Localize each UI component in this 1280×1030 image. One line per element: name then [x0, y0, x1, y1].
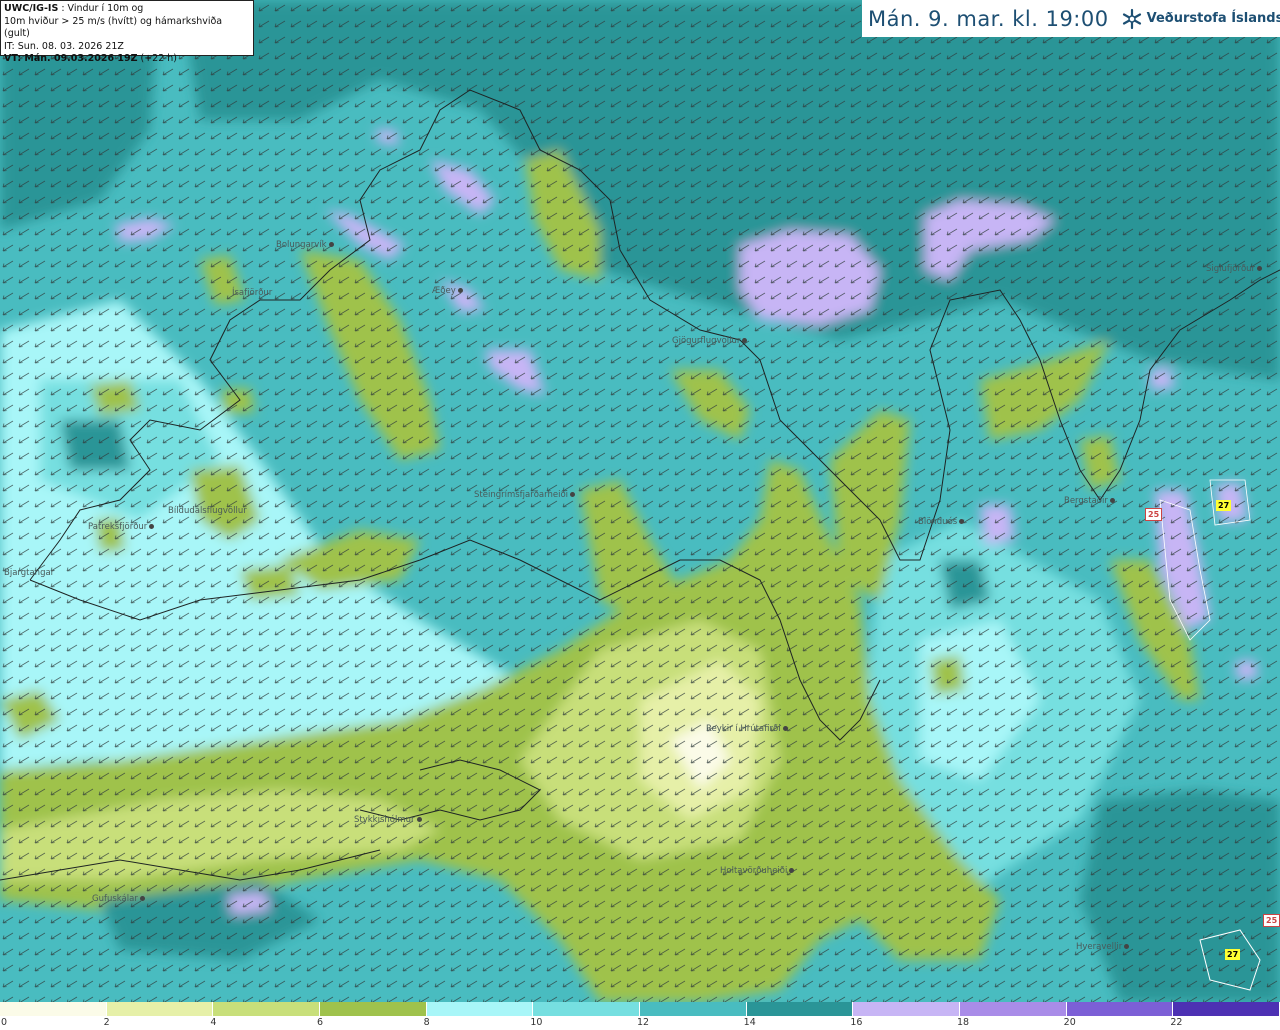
place-patreksfjordur: Patreksfjörður: [88, 522, 156, 532]
max-gust-label: 27: [1225, 949, 1241, 960]
place-aedey: Æðey: [432, 286, 465, 296]
max-gust-label: 27: [1216, 500, 1232, 511]
legend-swatch-6: [640, 1002, 747, 1016]
legend-tick: 10: [530, 1017, 543, 1028]
logo: Veðurstofa Íslands: [1121, 8, 1280, 30]
legend-swatch-2: [213, 1002, 321, 1016]
legend-tick: 22: [1170, 1017, 1183, 1028]
legend-swatch-10: [1066, 1002, 1174, 1016]
place-blonduos: Blönduós: [918, 517, 966, 527]
forecast-time-title: Mán. 9. mar. kl. 19:00: [868, 6, 1109, 31]
place-bolungarvik: Bolungarvík: [276, 240, 336, 250]
legend-tick: 6: [317, 1017, 324, 1028]
legend-ticks: 0 2 4 6 8 10 12 14 16 18 20 22: [0, 1016, 1280, 1030]
legend-swatch-0: [0, 1002, 107, 1016]
gust-label: 25: [1263, 914, 1280, 927]
color-legend: 0 2 4 6 8 10 12 14 16 18 20 22: [0, 1002, 1280, 1030]
legend-swatch-11: [1173, 1002, 1280, 1016]
title-box: Mán. 9. mar. kl. 19:00 Veðurstofa Ísland…: [862, 0, 1280, 37]
legend-tick: 14: [743, 1017, 756, 1028]
legend-color-bar: [0, 1002, 1280, 1016]
legend-tick: 2: [103, 1017, 110, 1028]
place-steingrimsfjardarheidi: Steingrímsfjarðarheiði: [474, 490, 577, 500]
legend-tick: 4: [210, 1017, 217, 1028]
legend-swatch-5: [533, 1002, 641, 1016]
legend-tick: 16: [850, 1017, 863, 1028]
info-box: UWC/IG-IS : Vindur í 10m og 10m hviður >…: [0, 0, 254, 64]
legend-swatch-3: [320, 1002, 427, 1016]
place-bergstadir: Bergstaðir: [1064, 496, 1117, 506]
place-hveravellir: Hveravellir: [1076, 942, 1131, 952]
info-line-4: VT: Mán. 09.03.2026 19Z (+22 h): [4, 53, 178, 64]
snowflake-logo-icon: [1122, 8, 1141, 29]
place-siglufjordur: Siglufjörður: [1206, 264, 1264, 274]
info-line-1: UWC/IG-IS : Vindur í 10m og: [4, 3, 144, 14]
place-bjargtangar: Bjargtangar: [4, 568, 55, 578]
legend-tick: 12: [637, 1017, 650, 1028]
gust-label: 25: [1145, 508, 1163, 521]
legend-tick: 20: [1063, 1017, 1076, 1028]
legend-swatch-4: [426, 1002, 534, 1016]
place-reykir-i-hrutafirdi: Reykir í Hrútafirði: [706, 724, 790, 734]
place-gufuskalar: Gufuskálar: [92, 894, 147, 904]
legend-swatch-8: [853, 1002, 961, 1016]
legend-tick: 0: [1, 1017, 8, 1028]
legend-tick: 8: [423, 1017, 430, 1028]
legend-swatch-9: [960, 1002, 1067, 1016]
place-stykkisholmur: Stykkishólmur: [354, 815, 424, 825]
legend-tick: 18: [957, 1017, 970, 1028]
info-line-3: IT: Sun. 08. 03. 2026 21Z: [4, 40, 124, 52]
legend-swatch-7: [746, 1002, 854, 1016]
legend-swatch-1: [106, 1002, 214, 1016]
place-bildudalsflugvollur: Bíldudalsflugvöllur: [168, 506, 247, 516]
info-line-2: 10m hviður > 25 m/s (hvítt) og hámarkshv…: [4, 15, 223, 40]
logo-text: Veðurstofa Íslands: [1146, 11, 1280, 26]
place-holtavorduheidi: Holtavörðuheiði: [720, 866, 796, 876]
place-isafjordur: Ísafjörður: [232, 288, 273, 298]
place-gjogurflugvollur: Gjögurflugvöllur: [672, 336, 749, 346]
